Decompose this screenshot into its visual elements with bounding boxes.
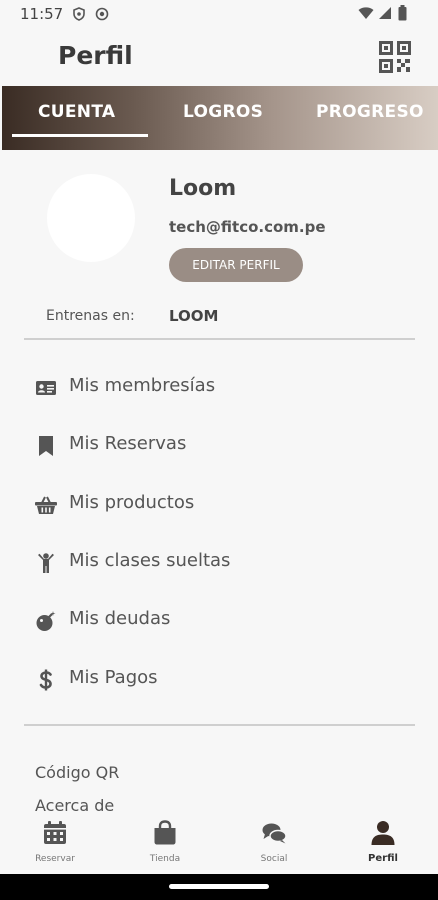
menu-item-label: Mis deudas: [69, 608, 171, 629]
menu-item-reservas[interactable]: Mis Reservas: [0, 421, 438, 469]
divider: [24, 338, 415, 340]
menu-item-label: Mis membresías: [69, 375, 216, 396]
tab-progreso[interactable]: PROGRESO: [316, 102, 424, 122]
active-tab-indicator: [12, 134, 148, 137]
nav-item-reservar[interactable]: Reservar: [0, 812, 110, 874]
user-icon: [371, 821, 395, 845]
signal-icon: [379, 7, 391, 19]
nav-label: Social: [260, 854, 288, 864]
qr-code-button[interactable]: [378, 40, 412, 74]
menu-item-membresias[interactable]: Mis membresías: [0, 363, 438, 411]
nav-item-tienda[interactable]: Tienda: [110, 812, 220, 874]
bookmark-icon: [39, 436, 53, 456]
menu-item-deudas[interactable]: Mis deudas: [0, 596, 438, 644]
wifi-icon: [358, 7, 374, 19]
calendar-icon: [44, 821, 66, 844]
header: Perfil: [0, 28, 438, 86]
menu-item-label: Mis clases sueltas: [69, 550, 231, 571]
dollar-icon: [39, 669, 52, 691]
status-time: 11:57: [20, 5, 64, 23]
basket-icon: [35, 496, 57, 514]
status-bar: 11:57: [0, 0, 438, 28]
nav-item-social[interactable]: Social: [219, 812, 329, 874]
menu-item-label: Mis Pagos: [69, 667, 158, 688]
menu-item-productos[interactable]: Mis productos: [0, 480, 438, 528]
shield-icon: [73, 7, 85, 21]
avatar: [47, 174, 135, 262]
qr-code-icon: [379, 41, 411, 73]
gym-value: LOOM: [169, 307, 219, 325]
menu-item-clases-sueltas[interactable]: Mis clases sueltas: [0, 538, 438, 586]
page-title: Perfil: [58, 41, 133, 70]
menu-item-pagos[interactable]: Mis Pagos: [0, 655, 438, 703]
nav-label: Tienda: [149, 854, 181, 864]
menu-item-label: Mis productos: [69, 492, 195, 513]
person-icon: [38, 553, 54, 573]
nav-label: Perfil: [368, 853, 398, 864]
chat-icon: [262, 823, 287, 844]
tab-bar: CUENTA LOGROS PROGRESO: [2, 86, 438, 150]
nav-item-perfil[interactable]: Perfil: [328, 812, 438, 874]
nav-label: Reservar: [35, 854, 75, 864]
bomb-icon: [36, 611, 56, 631]
battery-icon: [398, 5, 407, 21]
menu-item-label: Mis Reservas: [69, 433, 187, 454]
edit-profile-button[interactable]: EDITAR PERFIL: [169, 248, 303, 282]
sync-icon: [95, 7, 109, 21]
shopping-bag-icon: [154, 820, 176, 845]
id-card-icon: [36, 381, 56, 395]
tab-cuenta[interactable]: CUENTA: [38, 102, 115, 122]
home-indicator[interactable]: [169, 884, 269, 889]
system-nav-bar: [0, 874, 438, 900]
gym-label: Entrenas en:: [46, 308, 135, 324]
tab-logros[interactable]: LOGROS: [183, 102, 263, 122]
divider: [24, 724, 415, 726]
bottom-nav: Reservar Tienda Social Perfil: [0, 812, 438, 874]
user-name: Loom: [169, 176, 237, 201]
qr-code-link[interactable]: Código QR: [35, 763, 119, 782]
user-email: tech@fitco.com.pe: [169, 218, 326, 236]
